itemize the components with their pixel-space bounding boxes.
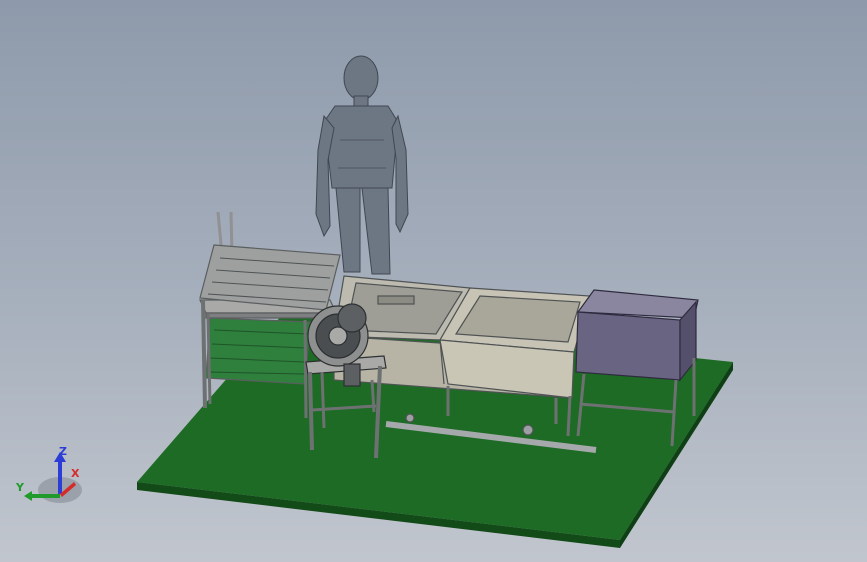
axis-z-label: Z (59, 445, 67, 458)
cad-scene[interactable] (0, 0, 867, 562)
axis-y-label: Y (16, 481, 24, 494)
axis-x-label: X (71, 467, 80, 480)
human-figure[interactable] (315, 55, 409, 275)
axis-triad: Z X Y (14, 442, 84, 508)
cad-viewport[interactable]: Z X Y (0, 0, 867, 562)
